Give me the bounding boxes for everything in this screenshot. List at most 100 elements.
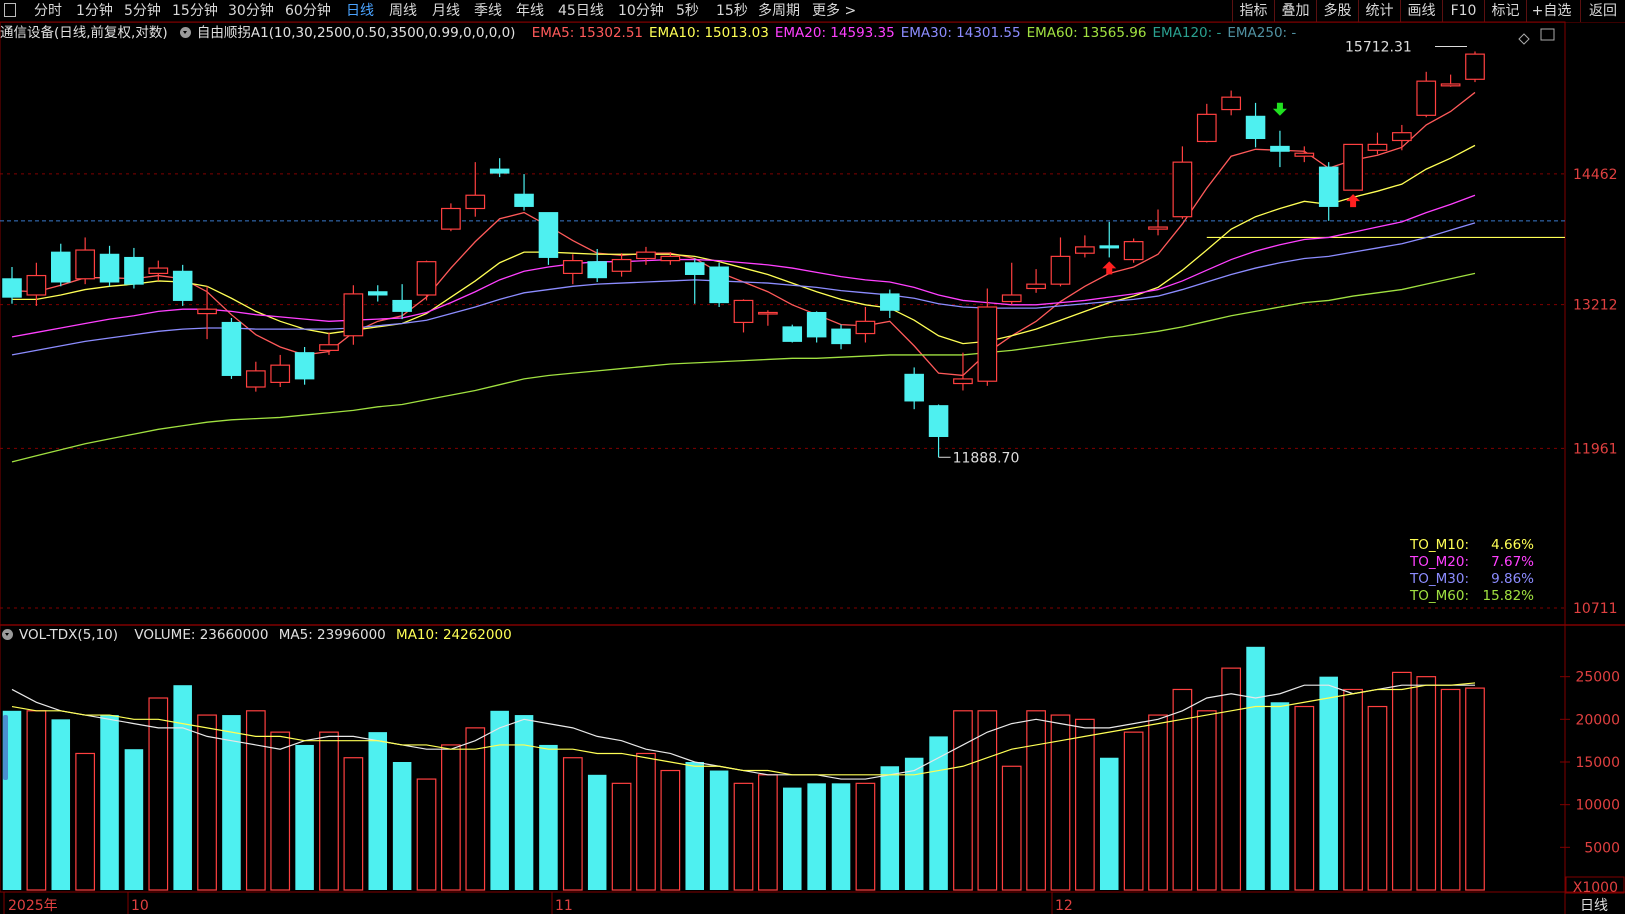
candle-body: [660, 255, 681, 262]
volume-bar: [562, 757, 583, 891]
candle-body: [562, 260, 583, 275]
volume-bar: [831, 783, 851, 890]
price-axis-label: 10711: [1573, 601, 1618, 617]
volume-bar: [75, 752, 96, 891]
candle-body: [1099, 245, 1120, 249]
to-indicator-label: TO_M60:: [1409, 588, 1469, 604]
volume-bar: [1196, 710, 1217, 891]
candle-body: [953, 378, 973, 385]
volume-bar: [1294, 705, 1315, 891]
candle-body: [1075, 246, 1095, 254]
to-indicator-value: 4.66%: [1491, 537, 1534, 553]
candle-body: [684, 262, 705, 275]
volume-bar: [441, 744, 461, 891]
low-price-label: 11888.70: [953, 450, 1020, 466]
volume-axis-label: 25000: [1575, 670, 1620, 686]
candle-body: [831, 328, 851, 345]
volume-bar: [880, 766, 900, 890]
candle-body: [977, 306, 998, 382]
window-icon: [1540, 28, 1555, 41]
period-label: 日线: [1580, 898, 1608, 914]
volume-bar: [465, 727, 486, 891]
volume-bar: [1391, 671, 1412, 891]
volume-bar: [1123, 731, 1144, 891]
candle-body: [1172, 161, 1193, 218]
to-indicator-value: 7.67%: [1491, 554, 1534, 570]
candle-body: [319, 344, 339, 351]
candle-body: [343, 293, 364, 337]
price-axis-label: 14462: [1573, 167, 1618, 183]
candle-body: [1270, 145, 1290, 152]
volume-bar: [1367, 705, 1388, 891]
candle-body: [392, 299, 412, 312]
candle-body: [294, 352, 315, 380]
volume-bar: [733, 782, 754, 891]
candle-body: [26, 274, 47, 296]
date-label: 12: [1055, 898, 1073, 914]
candle-body: [172, 270, 193, 301]
volume-bar: [953, 710, 973, 891]
candle-body: [148, 267, 169, 275]
candle-body: [1221, 96, 1242, 111]
volume-bar: [1416, 676, 1437, 891]
volume-bar: [1099, 757, 1119, 890]
candle-body: [1001, 294, 1022, 303]
volume-bar: [587, 774, 607, 890]
candle-body: [782, 326, 803, 342]
candle-body: [587, 261, 607, 279]
candle-body: [855, 320, 876, 335]
candle-body: [99, 253, 120, 283]
volume-bar: [392, 762, 412, 890]
volume-unit-label: X1000: [1573, 880, 1618, 896]
candle-body: [1440, 83, 1461, 87]
volume-bar: [245, 710, 266, 891]
volume-bar: [685, 762, 704, 890]
volume-bar: [490, 710, 509, 890]
candle-body: [416, 261, 437, 296]
candle-body: [1294, 152, 1315, 157]
diamond-icon: [1518, 33, 1530, 45]
volume-bar: [636, 752, 656, 891]
down-arrow-icon: [1272, 102, 1287, 116]
candle-body: [2, 278, 22, 298]
candle-body: [709, 266, 729, 304]
volume-bar: [173, 685, 192, 890]
candle-body: [1318, 166, 1339, 207]
volume-bar: [855, 782, 876, 891]
price-axis-label: 11961: [1573, 441, 1618, 457]
volume-bar: [368, 732, 388, 890]
candle-body: [1050, 255, 1071, 285]
price-axis-label: 13212: [1573, 298, 1618, 314]
to-indicator-value: 15.82%: [1483, 588, 1535, 604]
date-label: 2025年: [8, 898, 58, 914]
candle-body: [1343, 143, 1363, 191]
volume-bar: [611, 782, 632, 891]
date-label: 11: [555, 898, 573, 914]
candle-body: [245, 370, 266, 388]
candle-body: [1123, 241, 1144, 261]
volume-axis-label: 10000: [1575, 798, 1620, 814]
volume-bar: [1343, 688, 1363, 891]
volume-bar: [514, 715, 534, 890]
candle-body: [441, 207, 461, 230]
to-indicator-label: TO_M30:: [1409, 571, 1469, 587]
volume-bar: [1075, 718, 1095, 891]
volume-axis-label: 5000: [1584, 840, 1620, 856]
candle-body: [367, 291, 388, 296]
candle-body: [538, 212, 559, 258]
candle-body: [51, 251, 71, 283]
volume-bar: [1026, 710, 1046, 891]
volume-bar: [1001, 765, 1022, 891]
volume-bar: [1319, 676, 1338, 890]
candle-body: [1416, 80, 1437, 116]
volume-axis-label: 20000: [1575, 712, 1620, 728]
candle-body: [1148, 226, 1168, 230]
volume-bar: [26, 710, 47, 891]
candle-body: [1245, 115, 1266, 140]
candle-body: [465, 194, 486, 210]
candle-body: [1026, 283, 1046, 290]
kline-chart[interactable]: 14462 13212 11961 10711 15712.31 11888.70 TO_M…: [0, 0, 1625, 914]
volume-bar: [197, 714, 217, 891]
volume-bar: [539, 744, 558, 890]
volume-bar: [343, 757, 364, 891]
